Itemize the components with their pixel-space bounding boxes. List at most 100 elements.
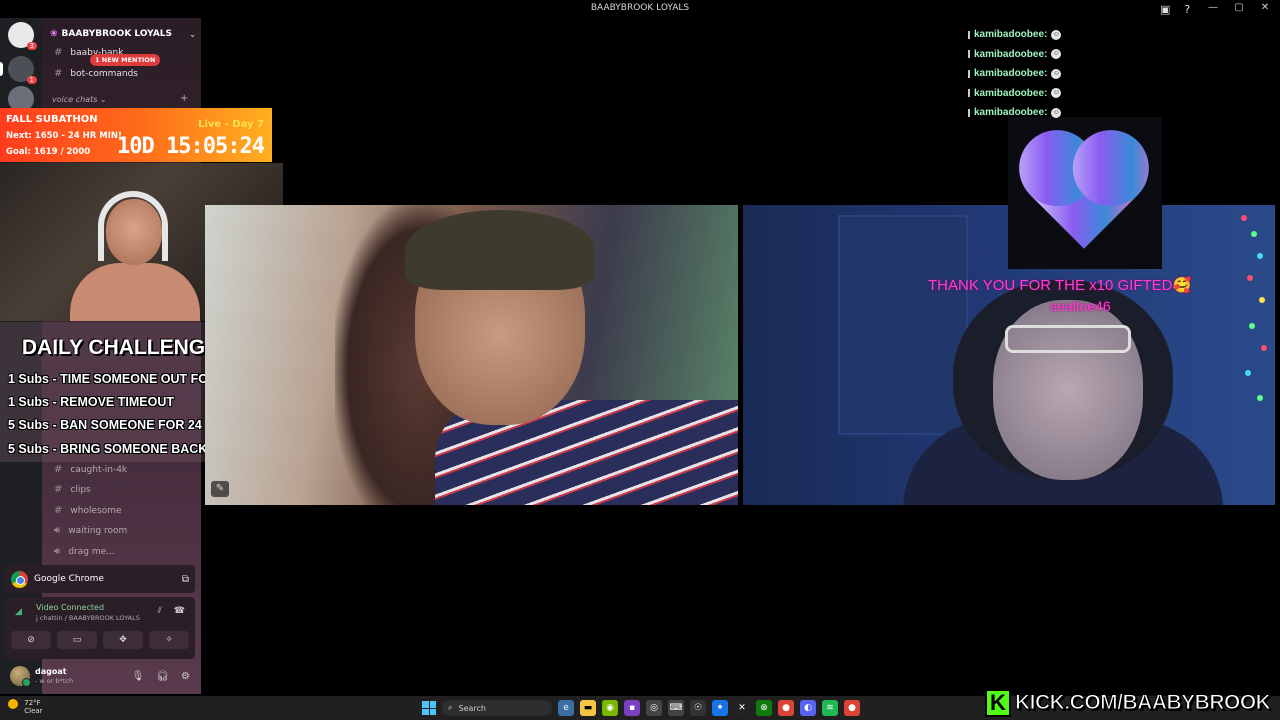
soundboard-button[interactable]: ✧ (149, 631, 189, 649)
windows-start-icon[interactable] (422, 701, 436, 715)
subathon-next: Next: 1650 - 24 HR MIN! (6, 131, 122, 141)
taskbar-apps: ⌕ Search e ▬ ◉ ▪ ◎ ⌨ ☉ ✦ ✕ ⊗ ● ◐ ≋ ● (422, 700, 860, 716)
voice-channel-path[interactable]: j chattin / BAABYBROOK LOYALS (36, 614, 140, 622)
kick-url: KICK.COM/BAABYBROOK (1014, 691, 1271, 715)
chrome-taskbar-icon[interactable]: ● (844, 700, 860, 716)
video-tile-participant-1[interactable]: ✎ (205, 205, 738, 505)
chat-message: kamibadoobee: ☺ (968, 25, 1088, 45)
channel-wholesome[interactable]: # wholesome (54, 505, 122, 516)
xbox-icon[interactable]: ⊗ (756, 700, 772, 716)
chat-message: kamibadoobee: ☺ (968, 64, 1088, 84)
disconnect-icon[interactable]: ☎ (174, 606, 185, 616)
subathon-live-day: Live - Day 7 (198, 119, 264, 130)
home-unread-badge: 3 (26, 42, 37, 50)
ghost-emote-icon: ☺ (1051, 29, 1062, 40)
keyboard-icon[interactable]: ⌨ (668, 700, 684, 716)
speaker-icon: 🔊︎ (54, 525, 61, 536)
home-button[interactable]: 3 (8, 22, 37, 50)
hash-icon: # (54, 68, 63, 79)
edge-icon[interactable]: e (558, 700, 574, 716)
chat-username: kamibadoobee: (974, 68, 1048, 80)
voice-actions: ⫽ ☎ (158, 606, 185, 616)
app-icon[interactable]: ✦ (712, 700, 728, 716)
channel-label: clips (70, 484, 91, 495)
camera-indicator-icon[interactable]: ✎ (211, 481, 229, 497)
gear-icon[interactable]: ⚙ (181, 671, 190, 682)
chevron-down-icon: ⌄ (189, 29, 196, 39)
screen-share-icon[interactable]: ⧉ (182, 574, 189, 585)
noise-suppression-icon[interactable]: ⫽ (158, 606, 162, 616)
avatar[interactable] (10, 666, 31, 687)
badge-icon (968, 108, 970, 117)
active-stream-card[interactable]: Google Chrome ⧉ (5, 565, 195, 593)
string-lights (1237, 205, 1271, 505)
chat-username: kamibadoobee: (974, 107, 1048, 119)
close-button[interactable]: ✕ (1260, 2, 1270, 13)
headphones-icon[interactable]: 🎧︎ (156, 671, 169, 682)
chat-username: kamibadoobee: (974, 87, 1048, 99)
share-screen-button[interactable]: ▭ (57, 631, 97, 649)
app-icon[interactable]: ▪ (624, 700, 640, 716)
activities-button[interactable]: ✥ (103, 631, 143, 649)
taskbar-search[interactable]: ⌕ Search (442, 700, 552, 716)
new-mention-pill[interactable]: 1 NEW MENTION (90, 54, 161, 66)
chat-username: kamibadoobee: (974, 48, 1048, 60)
challenge-item: 5 Subs - BRING SOMEONE BACK (8, 442, 208, 456)
channel-label: wholesome (70, 505, 122, 516)
hash-icon: # (54, 464, 63, 475)
add-channel-icon[interactable]: + (180, 93, 188, 104)
channel-label: waiting room (68, 525, 128, 536)
speaker-icon: 🔊︎ (54, 546, 61, 557)
minimize-button[interactable]: — (1208, 2, 1218, 13)
maximize-button[interactable]: ▢ (1234, 2, 1244, 13)
voice-chats-category[interactable]: voice chats ⌄ (52, 95, 107, 104)
ghost-emote-icon: ☺ (1051, 68, 1062, 79)
user-panel: dagoat - w or b*tch 🎙︎ 🎧︎ ⚙ (5, 662, 195, 690)
camera-off-button[interactable]: ⊘ (11, 631, 51, 649)
video-subject-hair (405, 210, 595, 290)
discord-icon[interactable]: ◐ (800, 700, 816, 716)
channel-caught-in-4k[interactable]: # caught-in-4k (54, 464, 127, 475)
chat-message: kamibadoobee: ☺ (968, 103, 1088, 123)
active-server-pill (0, 62, 3, 76)
weather-widget[interactable]: 72°F Clear (8, 699, 43, 715)
nvidia-icon[interactable]: ◉ (602, 700, 618, 716)
channel-label: drag me... (68, 546, 115, 557)
channel-bot-commands[interactable]: # bot-commands (54, 68, 138, 79)
steam-icon[interactable]: ☉ (690, 700, 706, 716)
voice-channel-drag-me[interactable]: 🔊︎ drag me... (54, 546, 115, 557)
username: dagoat (35, 667, 67, 676)
inbox-icon[interactable]: ▣ (1160, 3, 1170, 16)
channel-clips[interactable]: # clips (54, 484, 91, 495)
voice-channel-waiting-room[interactable]: 🔊︎ waiting room (54, 525, 127, 536)
kick-logo-icon: K (985, 689, 1011, 717)
microphone-icon[interactable]: 🎙︎ (132, 671, 145, 682)
subathon-goal: Goal: 1619 / 2000 (6, 147, 91, 157)
server-icon-baabybrook[interactable]: 1 (8, 56, 37, 84)
file-explorer-icon[interactable]: ▬ (580, 700, 596, 716)
webcam-body (70, 263, 200, 321)
help-icon[interactable]: ? (1184, 3, 1190, 16)
chat-message: kamibadoobee: ☺ (968, 84, 1088, 104)
user-controls: 🎙︎ 🎧︎ ⚙ (132, 671, 190, 682)
spotify-icon[interactable]: ≋ (822, 700, 838, 716)
server-name: BAABYBROOK LOYALS (61, 29, 173, 39)
server-unread-badge: 1 (26, 76, 37, 84)
stream-app-name: Google Chrome (34, 574, 104, 584)
weather-desc: Clear (24, 707, 43, 715)
voice-status[interactable]: Video Connected (36, 603, 104, 612)
search-icon: ⌕ (448, 703, 453, 712)
signal-icon[interactable]: ◢ (15, 607, 22, 617)
heart-icon (1030, 141, 1138, 249)
app-icon[interactable]: ◎ (646, 700, 662, 716)
user-info[interactable]: dagoat - w or b*tch (35, 667, 73, 685)
user-status: - w or b*tch (35, 677, 74, 685)
search-placeholder: Search (458, 703, 486, 713)
gift-alert-heart (1008, 117, 1162, 269)
x-icon[interactable]: ✕ (734, 700, 750, 716)
gift-alert-message: THANK YOU FOR THE x10 GIFTED🥰 (928, 277, 1192, 294)
server-header[interactable]: ❀ BAABYBROOK LOYALS ⌄ (50, 26, 196, 42)
chrome-taskbar-icon[interactable]: ● (778, 700, 794, 716)
video-background-door (838, 215, 968, 435)
title-bar-tools: ▣ ? (1160, 3, 1190, 16)
